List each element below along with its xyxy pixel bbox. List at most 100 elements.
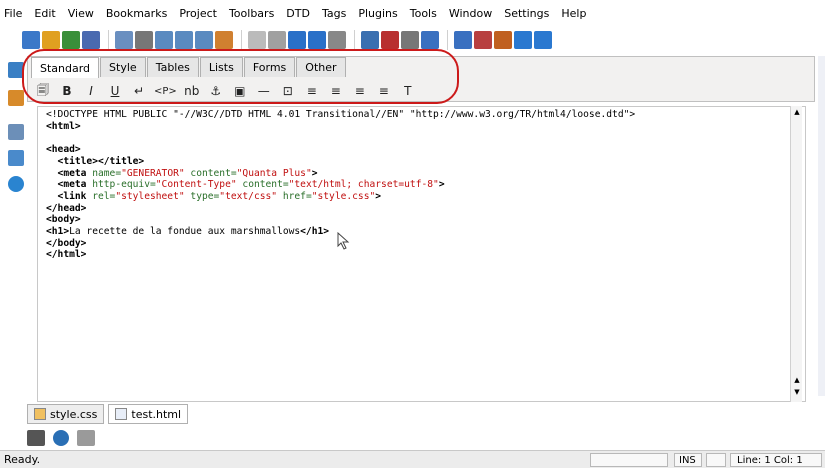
tab-lists[interactable]: Lists (199, 57, 243, 77)
documentation-icon[interactable] (8, 150, 24, 166)
scroll-down-arrow-icon[interactable]: ▼ (793, 388, 801, 396)
menu-file[interactable]: File (4, 7, 22, 20)
status-modified-box (706, 453, 726, 467)
menu-settings[interactable]: Settings (504, 7, 549, 20)
save-icon[interactable] (62, 31, 80, 49)
paragraph-icon[interactable]: <P> (154, 82, 177, 100)
code-token: "Content-Type" (155, 179, 237, 191)
align-justify-icon[interactable]: ≡ (375, 82, 393, 100)
back-icon[interactable] (514, 31, 532, 49)
menu-window[interactable]: Window (449, 7, 492, 20)
tab-style[interactable]: Style (100, 57, 146, 77)
find-next-icon[interactable] (175, 31, 193, 49)
new-document-icon[interactable] (22, 31, 40, 49)
comment-icon[interactable]: ⊡ (279, 82, 297, 100)
code-token: name= (92, 167, 122, 179)
document-tab[interactable]: test.html (108, 404, 189, 424)
doc-icon[interactable] (454, 31, 472, 49)
code-token: "stylesheet" (115, 190, 185, 202)
menu-plugins[interactable]: Plugins (358, 7, 397, 20)
status-progress-box (590, 453, 668, 467)
underline-icon[interactable]: U (106, 82, 124, 100)
code-line: <meta http-equiv="Content-Type" content=… (46, 179, 635, 191)
code-token: "Quanta Plus" (236, 167, 312, 179)
checkbox-icon[interactable] (328, 31, 346, 49)
templates-icon[interactable] (8, 90, 24, 106)
print-icon[interactable] (135, 31, 153, 49)
replace-icon[interactable] (195, 31, 213, 49)
editor-vertical-scrollbar[interactable]: ▲ ▲ ▼ (790, 106, 802, 402)
nbsp-icon[interactable]: nb (183, 82, 201, 100)
plugin-icon[interactable] (381, 31, 399, 49)
toolbar-separator (108, 30, 109, 50)
line-break-icon[interactable]: ↵ (130, 82, 148, 100)
toolbar-separator (354, 30, 355, 50)
mouse-cursor-icon (337, 232, 350, 250)
code-token: </head> (46, 202, 87, 214)
menu-bookmarks[interactable]: Bookmarks (106, 7, 167, 20)
color-icon[interactable] (494, 31, 512, 49)
status-mode: INS (674, 453, 702, 467)
code-token: La recette de la fondue aux marshmallows (69, 226, 301, 238)
bold-icon[interactable]: B (58, 82, 76, 100)
menu-edit[interactable]: Edit (34, 7, 55, 20)
cut-icon[interactable] (215, 31, 233, 49)
toolbar-separator (241, 30, 242, 50)
status-cursor-position: Line: 1 Col: 1 (730, 453, 822, 467)
paste-icon[interactable] (268, 31, 286, 49)
preview-icon[interactable] (361, 31, 379, 49)
open-folder-icon[interactable] (42, 31, 60, 49)
tab-forms[interactable]: Forms (243, 57, 296, 77)
redo-icon[interactable] (308, 31, 326, 49)
structure-icon[interactable] (8, 124, 24, 140)
tag-toolbar-tabs: Standard Style Tables Lists Forms Other (31, 57, 347, 78)
scroll-up-arrow-icon[interactable]: ▲ (793, 108, 801, 116)
image-icon[interactable]: ▣ (231, 82, 249, 100)
undo-icon[interactable] (288, 31, 306, 49)
code-token: <meta (46, 167, 93, 179)
find-icon[interactable] (155, 31, 173, 49)
copy-icon[interactable] (248, 31, 266, 49)
messages-icon[interactable] (27, 430, 45, 446)
save-all-icon[interactable] (82, 31, 100, 49)
forward-icon[interactable] (534, 31, 552, 49)
attributes-icon[interactable] (8, 176, 24, 192)
files-tree-icon[interactable] (8, 62, 24, 78)
document-tab-label: test.html (131, 407, 182, 421)
menu-tools[interactable]: Tools (410, 7, 437, 20)
align-left-icon[interactable]: ≡ (303, 82, 321, 100)
flag-icon[interactable] (474, 31, 492, 49)
close-icon[interactable] (115, 31, 133, 49)
code-token: <html> (46, 120, 81, 132)
problems-icon[interactable] (53, 430, 69, 446)
menu-toolbars[interactable]: Toolbars (229, 7, 274, 20)
right-dock (818, 56, 825, 396)
quickstart-icon[interactable]: 🗐 (34, 82, 52, 100)
tab-other[interactable]: Other (296, 57, 346, 77)
table-icon[interactable] (401, 31, 419, 49)
code-editor[interactable]: <!DOCTYPE HTML PUBLIC "-//W3C//DTD HTML … (37, 106, 806, 402)
horizontal-rule-icon[interactable]: — (255, 82, 273, 100)
code-line: </html> (46, 249, 635, 261)
italic-icon[interactable]: I (82, 82, 100, 100)
font-icon[interactable]: T (399, 82, 417, 100)
scroll-up-arrow-icon[interactable]: ▲ (793, 376, 801, 384)
menu-dtd[interactable]: DTD (286, 7, 310, 20)
code-line: <html> (46, 121, 635, 133)
annotations-icon[interactable] (77, 430, 95, 446)
code-token: "text/html; charset=utf-8" (288, 179, 439, 191)
code-token: content= (236, 179, 289, 191)
align-center-icon[interactable]: ≡ (327, 82, 345, 100)
anchor-icon[interactable]: ⚓ (207, 82, 225, 100)
menu-help[interactable]: Help (561, 7, 586, 20)
code-line (46, 132, 635, 144)
menu-tags[interactable]: Tags (322, 7, 346, 20)
tab-standard[interactable]: Standard (31, 57, 100, 78)
menu-view[interactable]: View (68, 7, 94, 20)
tab-tables[interactable]: Tables (146, 57, 199, 77)
menu-project[interactable]: Project (179, 7, 217, 20)
code-token: "style.css" (311, 190, 376, 202)
document-tab[interactable]: style.css (27, 404, 105, 424)
align-right-icon[interactable]: ≡ (351, 82, 369, 100)
quick-start-icon[interactable] (421, 31, 439, 49)
